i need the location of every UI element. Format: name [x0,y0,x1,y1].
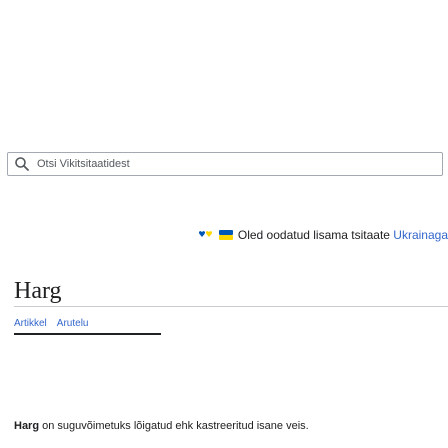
banner-text: Oled oodatud lisama tsitaate Ukrainaga [238,228,448,242]
help-hands-icon [218,229,234,241]
support-banner: Oled oodatud lisama tsitaate Ukrainaga [0,224,448,246]
search-icon [14,156,30,172]
tab-article[interactable]: Artikkel [14,318,47,329]
page-tabs: Artikkel Arutelu [14,318,98,329]
flag-heart-icon [198,229,214,241]
tab-discussion[interactable]: Arutelu [57,318,89,329]
banner-prefix: Oled oodatud lisama tsitaate [237,228,394,242]
page-title: Harg [14,278,62,304]
search-bar[interactable] [7,152,443,176]
lead-paragraph: Harg on suguvõimetuks lõigatud ehk kastr… [14,420,309,432]
active-tab-indicator [14,333,161,335]
lead-rest: on suguvõimetuks lõigatud ehk kastreerit… [39,420,309,432]
title-divider [14,306,448,307]
search-input[interactable] [37,158,417,170]
banner-link[interactable]: Ukrainaga [393,228,448,242]
lead-term: Harg [14,420,40,432]
